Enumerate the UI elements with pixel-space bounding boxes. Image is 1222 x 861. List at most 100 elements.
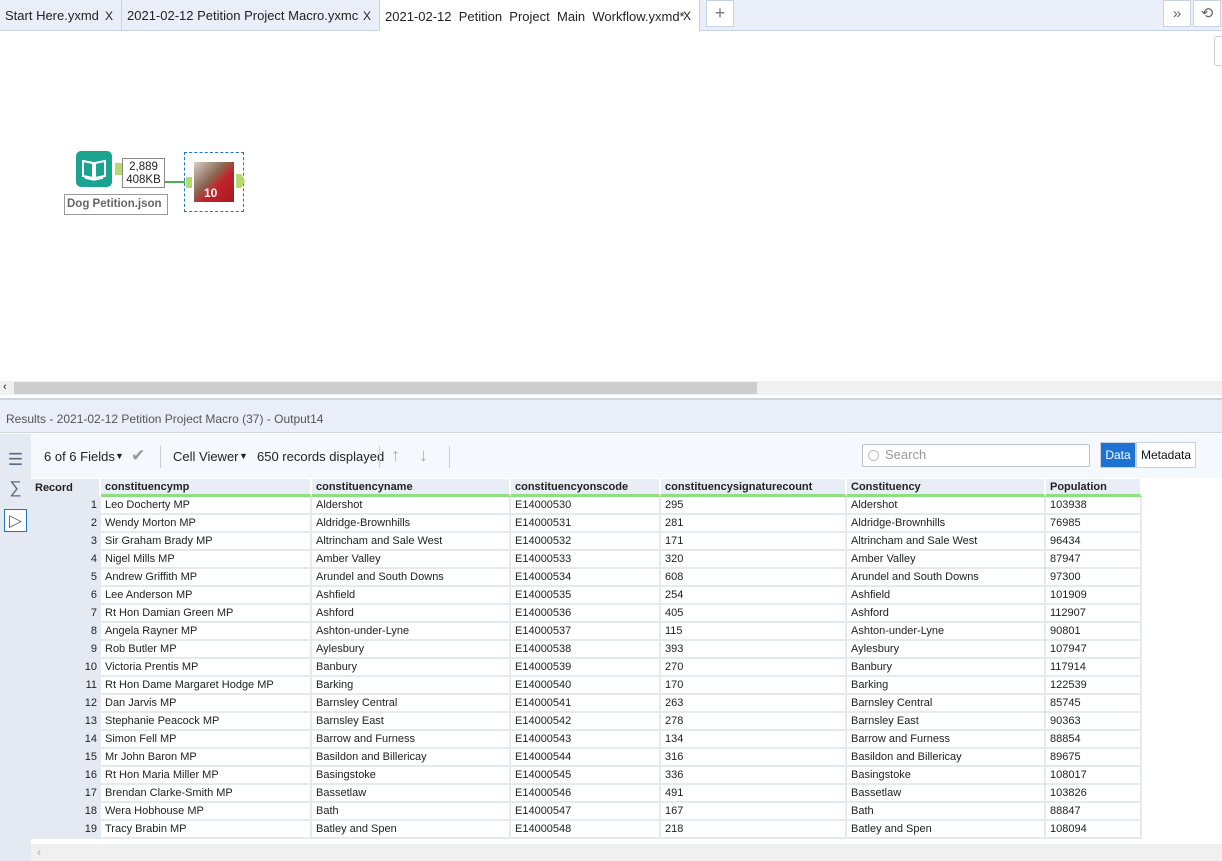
tag-icon[interactable]: ▷ [4, 509, 27, 532]
table-cell[interactable]: Amber Valley [312, 551, 511, 569]
column-header-constituencyname[interactable]: constituencyname [312, 479, 511, 497]
table-cell[interactable]: 218 [661, 821, 847, 839]
table-cell[interactable]: Bath [847, 803, 1046, 821]
table-cell[interactable]: Barrow and Furness [847, 731, 1046, 749]
record-number[interactable]: 9 [31, 641, 101, 659]
table-cell[interactable]: E14000546 [511, 785, 661, 803]
table-row[interactable]: 14 Simon Fell MP Barrow and Furness E140005… [31, 731, 1142, 749]
table-cell[interactable]: 336 [661, 767, 847, 785]
table-cell[interactable]: Banbury [312, 659, 511, 677]
table-cell[interactable]: 108094 [1046, 821, 1142, 839]
table-cell[interactable]: 88847 [1046, 803, 1142, 821]
table-cell[interactable]: 278 [661, 713, 847, 731]
table-cell[interactable]: Bath [312, 803, 511, 821]
table-cell[interactable]: Aldershot [312, 497, 511, 515]
input-anchor[interactable] [186, 177, 192, 188]
record-number[interactable]: 10 [31, 659, 101, 677]
table-cell[interactable]: 316 [661, 749, 847, 767]
add-tab-button[interactable]: + [706, 0, 734, 27]
record-number[interactable]: 7 [31, 605, 101, 623]
table-row[interactable]: 13 Stephanie Peacock MP Barnsley East E1400… [31, 713, 1142, 731]
table-cell[interactable]: Lee Anderson MP [101, 587, 312, 605]
chevron-down-icon[interactable]: ▼ [115, 451, 124, 461]
table-cell[interactable]: 89675 [1046, 749, 1142, 767]
table-row[interactable]: 2 Wendy Morton MP Aldridge-Brownhills E1400… [31, 515, 1142, 533]
table-cell[interactable]: E14000532 [511, 533, 661, 551]
table-cell[interactable]: Batley and Spen [847, 821, 1046, 839]
table-cell[interactable]: Arundel and South Downs [312, 569, 511, 587]
table-cell[interactable]: Arundel and South Downs [847, 569, 1046, 587]
table-cell[interactable]: E14000541 [511, 695, 661, 713]
table-cell[interactable]: Altrincham and Sale West [312, 533, 511, 551]
table-cell[interactable]: Basildon and Billericay [847, 749, 1046, 767]
table-cell[interactable]: Rt Hon Damian Green MP [101, 605, 312, 623]
fields-dropdown[interactable]: 6 of 6 Fields [44, 449, 115, 464]
close-icon[interactable]: X [683, 9, 691, 23]
record-number[interactable]: 6 [31, 587, 101, 605]
table-cell[interactable]: 134 [661, 731, 847, 749]
table-cell[interactable]: Basingstoke [847, 767, 1046, 785]
table-cell[interactable]: Barnsley Central [312, 695, 511, 713]
table-cell[interactable]: Barnsley East [312, 713, 511, 731]
overflow-button[interactable]: » [1163, 0, 1191, 27]
table-cell[interactable]: Ashton-under-Lyne [312, 623, 511, 641]
table-row[interactable]: 10 Victoria Prentis MP Banbury E14000539 270… [31, 659, 1142, 677]
table-row[interactable]: 1 Leo Docherty MP Aldershot E14000530 295 Ald… [31, 497, 1142, 515]
table-cell[interactable]: Ashford [312, 605, 511, 623]
table-cell[interactable]: E14000548 [511, 821, 661, 839]
metadata-tab-button[interactable]: Metadata [1136, 442, 1196, 468]
table-cell[interactable]: 295 [661, 497, 847, 515]
record-number[interactable]: 18 [31, 803, 101, 821]
scroll-thumb[interactable] [14, 382, 757, 394]
table-cell[interactable]: E14000533 [511, 551, 661, 569]
table-cell[interactable]: Bassetlaw [847, 785, 1046, 803]
search-input[interactable]: Search [862, 444, 1090, 467]
table-cell[interactable]: Ashfield [847, 587, 1046, 605]
table-cell[interactable]: 108017 [1046, 767, 1142, 785]
table-cell[interactable]: 97300 [1046, 569, 1142, 587]
table-row[interactable]: 12 Dan Jarvis MP Barnsley Central E14000541… [31, 695, 1142, 713]
table-cell[interactable]: E14000535 [511, 587, 661, 605]
table-cell[interactable]: E14000543 [511, 731, 661, 749]
table-cell[interactable]: Andrew Griffith MP [101, 569, 312, 587]
table-cell[interactable]: Batley and Spen [312, 821, 511, 839]
table-cell[interactable]: 263 [661, 695, 847, 713]
table-row[interactable]: 11 Rt Hon Dame Margaret Hodge MP Barking E1… [31, 677, 1142, 695]
record-number[interactable]: 11 [31, 677, 101, 695]
table-cell[interactable]: Rt Hon Maria Miller MP [101, 767, 312, 785]
tab-main-workflow[interactable]: 2021-02-12 Petition Project Main Workflo… [380, 0, 700, 32]
record-number[interactable]: 15 [31, 749, 101, 767]
table-cell[interactable]: E14000539 [511, 659, 661, 677]
table-cell[interactable]: E14000531 [511, 515, 661, 533]
table-cell[interactable]: 393 [661, 641, 847, 659]
table-cell[interactable]: 107947 [1046, 641, 1142, 659]
table-row[interactable]: 18 Wera Hobhouse MP Bath E14000547 167 Bath 88… [31, 803, 1142, 821]
column-header-constituencyonscode[interactable]: constituencyonscode [511, 479, 661, 497]
table-cell[interactable]: Tracy Brabin MP [101, 821, 312, 839]
table-cell[interactable]: E14000537 [511, 623, 661, 641]
table-cell[interactable]: Banbury [847, 659, 1046, 677]
table-cell[interactable]: E14000534 [511, 569, 661, 587]
table-row[interactable]: 4 Nigel Mills MP Amber Valley E14000533 320 A… [31, 551, 1142, 569]
record-number[interactable]: 19 [31, 821, 101, 839]
table-cell[interactable]: 112907 [1046, 605, 1142, 623]
table-cell[interactable]: 90363 [1046, 713, 1142, 731]
table-cell[interactable]: Bassetlaw [312, 785, 511, 803]
table-cell[interactable]: 270 [661, 659, 847, 677]
table-cell[interactable]: 491 [661, 785, 847, 803]
table-row[interactable]: 3 Sir Graham Brady MP Altrincham and Sale … [31, 533, 1142, 551]
table-cell[interactable]: E14000536 [511, 605, 661, 623]
canvas-side-handle[interactable] [1214, 36, 1222, 66]
column-header-record[interactable]: Record [31, 479, 101, 497]
table-cell[interactable]: E14000544 [511, 749, 661, 767]
table-cell[interactable]: Basingstoke [312, 767, 511, 785]
table-cell[interactable]: 76985 [1046, 515, 1142, 533]
macro-tool[interactable]: 10 [184, 152, 245, 212]
table-cell[interactable]: E14000540 [511, 677, 661, 695]
record-number[interactable]: 13 [31, 713, 101, 731]
table-cell[interactable]: Altrincham and Sale West [847, 533, 1046, 551]
column-header-constituency[interactable]: Constituency [847, 479, 1046, 497]
record-number[interactable]: 14 [31, 731, 101, 749]
record-number[interactable]: 5 [31, 569, 101, 587]
table-cell[interactable]: Brendan Clarke-Smith MP [101, 785, 312, 803]
